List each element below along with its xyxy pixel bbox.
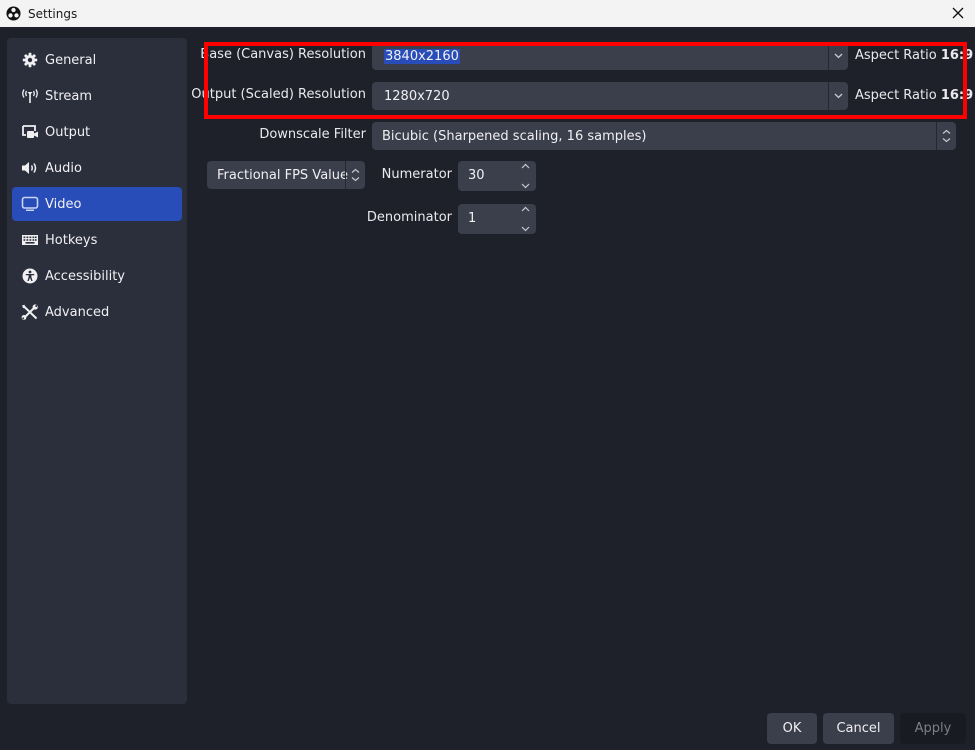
speaker-icon — [21, 159, 39, 177]
aspect-ratio-value: 16:9 — [940, 48, 974, 63]
window-title: Settings — [28, 6, 78, 21]
downscale-filter-label: Downscale Filter — [259, 127, 366, 142]
aspect-ratio-label: Aspect Ratio — [855, 48, 937, 63]
sidebar-item-advanced[interactable]: Advanced — [12, 295, 182, 329]
monitor-icon — [21, 195, 39, 213]
base-resolution-dropdown-button[interactable] — [828, 42, 848, 70]
fps-type-spin-button[interactable] — [345, 161, 365, 189]
close-button[interactable] — [947, 3, 969, 23]
settings-sidebar: General Stream Output Audio Video Hotkey… — [7, 38, 187, 704]
ok-button[interactable]: OK — [767, 713, 817, 744]
tools-icon — [21, 303, 39, 321]
sidebar-item-label: Advanced — [45, 304, 110, 320]
denominator-value[interactable]: 1 — [468, 211, 476, 226]
base-resolution-combo[interactable]: 3840x2160 — [372, 42, 848, 70]
sidebar-item-label: Accessibility — [45, 268, 125, 284]
numerator-stepper[interactable] — [518, 163, 532, 189]
sidebar-item-label: Audio — [45, 160, 82, 176]
numerator-label: Numerator — [381, 167, 452, 182]
base-aspect-ratio: Aspect Ratio 16:9 — [855, 48, 973, 63]
chevron-down-icon[interactable] — [521, 183, 530, 189]
fps-type-value: Fractional FPS Value — [217, 167, 349, 183]
output-resolution-label: Output (Scaled) Resolution — [191, 87, 366, 102]
close-icon — [952, 7, 964, 19]
output-aspect-ratio: Aspect Ratio 16:9 — [855, 88, 973, 103]
sidebar-item-hotkeys[interactable]: Hotkeys — [12, 223, 182, 257]
chevron-up-icon[interactable] — [521, 206, 530, 212]
downscale-filter-spin-button[interactable] — [936, 122, 956, 150]
sidebar-item-label: Stream — [45, 88, 93, 104]
output-resolution-combo[interactable]: 1280x720 — [372, 82, 848, 110]
aspect-ratio-value: 16:9 — [940, 88, 974, 103]
up-down-chevron-icon — [942, 129, 951, 143]
sidebar-item-label: Video — [45, 196, 82, 212]
sidebar-item-label: Hotkeys — [45, 232, 98, 248]
chevron-down-icon — [834, 53, 843, 59]
gear-icon — [21, 51, 39, 69]
base-resolution-value[interactable]: 3840x2160 — [384, 48, 460, 64]
title-bar: Settings — [0, 0, 975, 27]
denominator-spinbox[interactable]: 1 — [458, 204, 536, 234]
sidebar-item-audio[interactable]: Audio — [12, 151, 182, 185]
sidebar-item-stream[interactable]: Stream — [12, 79, 182, 113]
antenna-icon — [21, 87, 39, 105]
chevron-up-icon[interactable] — [521, 163, 530, 169]
cancel-button[interactable]: Cancel — [823, 713, 894, 744]
numerator-value[interactable]: 30 — [468, 168, 485, 183]
accessibility-icon — [21, 267, 39, 285]
downscale-filter-select[interactable]: Bicubic (Sharpened scaling, 16 samples) — [372, 122, 956, 150]
fps-type-select[interactable]: Fractional FPS Value — [207, 161, 365, 189]
sidebar-item-general[interactable]: General — [12, 43, 182, 77]
apply-button[interactable]: Apply — [900, 713, 966, 744]
denominator-label: Denominator — [366, 210, 452, 225]
output-icon — [21, 123, 39, 141]
numerator-spinbox[interactable]: 30 — [458, 161, 536, 191]
output-resolution-value[interactable]: 1280x720 — [384, 89, 450, 104]
sidebar-item-label: General — [45, 52, 97, 68]
output-resolution-dropdown-button[interactable] — [828, 82, 848, 110]
sidebar-item-label: Output — [45, 124, 91, 140]
sidebar-item-video[interactable]: Video — [12, 187, 182, 221]
obs-logo-icon — [6, 6, 21, 21]
denominator-stepper[interactable] — [518, 206, 532, 232]
base-resolution-label: Base (Canvas) Resolution — [200, 47, 366, 62]
chevron-down-icon — [834, 93, 843, 99]
up-down-chevron-icon — [351, 168, 360, 182]
sidebar-item-accessibility[interactable]: Accessibility — [12, 259, 182, 293]
aspect-ratio-label: Aspect Ratio — [855, 88, 937, 103]
keyboard-icon — [21, 231, 39, 249]
sidebar-item-output[interactable]: Output — [12, 115, 182, 149]
downscale-filter-value: Bicubic (Sharpened scaling, 16 samples) — [382, 128, 647, 144]
chevron-down-icon[interactable] — [521, 226, 530, 232]
